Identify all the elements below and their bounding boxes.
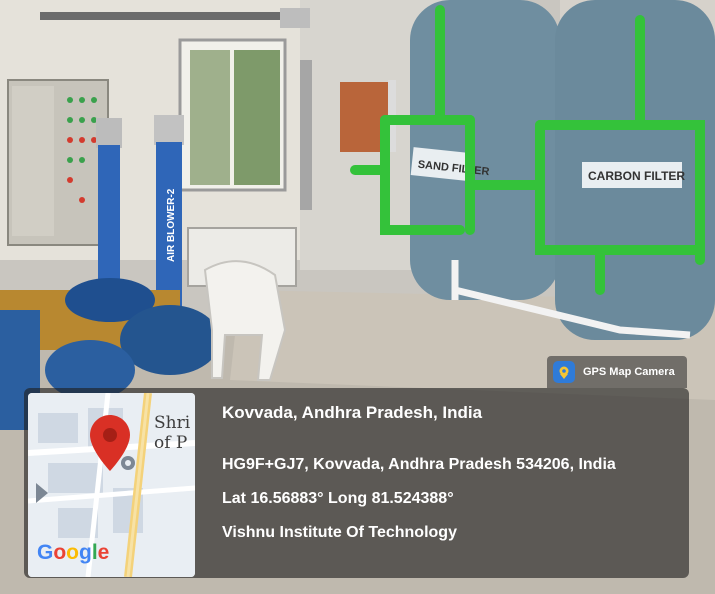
photo-scene: AIR BLOWER-2 SAND FILTER CARBON FILTER G… xyxy=(0,0,715,594)
google-logo: Google xyxy=(37,541,110,564)
gps-app-badge: GPS Map Camera xyxy=(547,356,687,388)
location-coordinates: Lat 16.56883° Long 81.524388° xyxy=(222,490,454,507)
location-place-name: Vishnu Institute Of Technology xyxy=(222,524,457,541)
location-address: HG9F+GJ7, Kovvada, Andhra Pradesh 534206… xyxy=(222,456,616,473)
blower-label: AIR BLOWER-2 xyxy=(166,188,177,262)
tank-label-carbon: CARBON FILTER xyxy=(588,169,685,183)
map-pin-icon xyxy=(90,415,130,475)
gps-badge-label: GPS Map Camera xyxy=(583,366,675,378)
map-poi-label-2: of P xyxy=(154,433,188,453)
map-thumbnail[interactable]: Shri of P Google xyxy=(28,393,195,577)
map-poi-label: Shri xyxy=(154,413,191,433)
location-title: Kovvada, Andhra Pradesh, India xyxy=(222,403,483,422)
gps-camera-app-icon xyxy=(553,361,575,383)
